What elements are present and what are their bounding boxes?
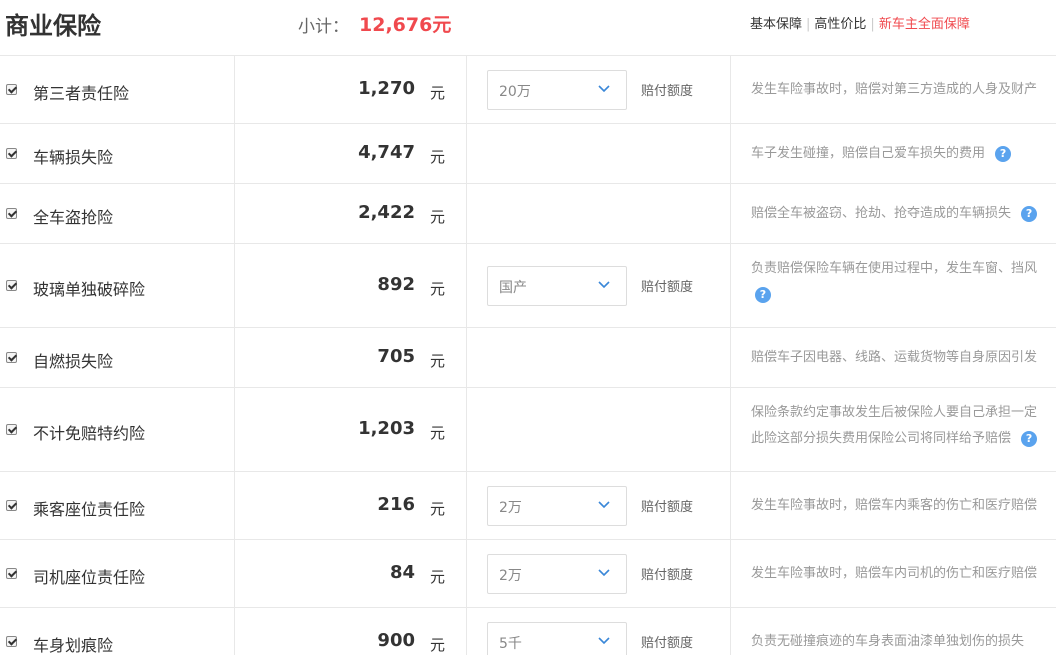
insurance-price: 216 bbox=[377, 494, 415, 515]
description-line: 保险条款约定事故发生后被保险人要自己承担一定 bbox=[751, 405, 1038, 420]
insurance-price: 84 bbox=[389, 562, 415, 583]
chevron-down-icon bbox=[598, 281, 610, 289]
price-unit: 元 bbox=[430, 424, 446, 442]
coverage-select[interactable]: 国产 bbox=[487, 266, 627, 306]
description-text: 赔偿全车被盗窃、抢劫、抢夺造成的车辆损失 bbox=[751, 206, 1012, 221]
price-unit: 元 bbox=[430, 84, 446, 102]
coverage-select-value: 2万 bbox=[499, 500, 522, 516]
insurance-row: 乘客座位责任险 216 元 2万 赔付额度 发生车险事故时，赔偿车内乘客的伤亡和医疗赔… bbox=[0, 472, 1056, 540]
insurance-price: 1,203 bbox=[358, 418, 415, 439]
price-unit: 元 bbox=[430, 280, 446, 298]
insurance-name: 乘客座位责任险 bbox=[33, 500, 146, 519]
price-unit: 元 bbox=[430, 148, 446, 166]
insurance-name: 不计免赔特约险 bbox=[33, 424, 146, 443]
plan-selector: 基本保障 | 高性价比 | 新车主全面保障 bbox=[750, 13, 970, 32]
insurance-name: 全车盗抢险 bbox=[33, 208, 114, 227]
include-checkbox[interactable] bbox=[6, 424, 17, 435]
insurance-row: 车辆损失险 4,747 元 车子发生碰撞，赔偿自己爱车损失的费用? bbox=[0, 124, 1056, 184]
help-icon[interactable]: ? bbox=[755, 286, 771, 303]
chevron-down-icon bbox=[598, 637, 610, 645]
insurance-row: 玻璃单独破碎险 892 元 国产 赔付额度 负责赔偿保险车辆在使用过程中，发生车窗、… bbox=[0, 244, 1056, 328]
description-line: 负责赔偿保险车辆在使用过程中，发生车窗、挡风 bbox=[751, 261, 1038, 276]
include-checkbox[interactable] bbox=[6, 148, 17, 159]
insurance-name: 司机座位责任险 bbox=[33, 568, 146, 587]
plan-new-owner-full[interactable]: 新车主全面保障 bbox=[879, 17, 970, 32]
insurance-name: 自燃损失险 bbox=[33, 352, 114, 371]
price-unit: 元 bbox=[430, 352, 446, 370]
insurance-description: 车子发生碰撞，赔偿自己爱车损失的费用? bbox=[751, 141, 1056, 167]
insurance-description: 赔偿全车被盗窃、抢劫、抢夺造成的车辆损失? bbox=[751, 201, 1056, 227]
include-checkbox[interactable] bbox=[6, 500, 17, 511]
include-checkbox[interactable] bbox=[6, 84, 17, 95]
coverage-select-value: 5千 bbox=[499, 636, 522, 652]
insurance-row: 司机座位责任险 84 元 2万 赔付额度 发生车险事故时，赔偿车内司机的伤亡和医疗赔偿 bbox=[0, 540, 1056, 608]
insurance-description: 负责无碰撞痕迹的车身表面油漆单独划伤的损失 bbox=[751, 634, 1025, 649]
insurance-row: 自燃损失险 705 元 赔偿车子因电器、线路、运载货物等自身原因引发 bbox=[0, 328, 1056, 388]
description-line: ? bbox=[751, 282, 1056, 308]
include-checkbox[interactable] bbox=[6, 352, 17, 363]
chevron-down-icon bbox=[598, 569, 610, 577]
price-unit: 元 bbox=[430, 208, 446, 226]
insurance-description: 赔偿车子因电器、线路、运载货物等自身原因引发 bbox=[751, 350, 1038, 365]
subtotal-value: 12,676元 bbox=[359, 14, 452, 36]
insurance-price: 4,747 bbox=[358, 142, 415, 163]
coverage-label: 赔付额度 bbox=[641, 280, 694, 295]
include-checkbox[interactable] bbox=[6, 636, 17, 647]
insurance-name: 车辆损失险 bbox=[33, 148, 114, 167]
help-icon[interactable]: ? bbox=[1021, 430, 1038, 447]
price-unit: 元 bbox=[430, 500, 446, 518]
description-text: 此险这部分损失费用保险公司将同样给予赔偿 bbox=[751, 431, 1012, 446]
insurance-price: 900 bbox=[377, 630, 415, 651]
insurance-name: 车身划痕险 bbox=[33, 636, 114, 655]
price-unit: 元 bbox=[430, 568, 446, 586]
insurance-description: 发生车险事故时，赔偿车内乘客的伤亡和医疗赔偿 bbox=[751, 498, 1038, 513]
insurance-price: 1,270 bbox=[358, 78, 415, 99]
help-icon[interactable]: ? bbox=[1021, 205, 1038, 222]
plan-basic[interactable]: 基本保障 bbox=[750, 17, 802, 32]
insurance-row: 不计免赔特约险 1,203 元 保险条款约定事故发生后被保险人要自己承担一定 此险这… bbox=[0, 388, 1056, 472]
plan-value[interactable]: 高性价比 bbox=[814, 17, 866, 32]
subtotal-label: 小计： bbox=[298, 17, 349, 37]
coverage-select[interactable]: 5千 bbox=[487, 622, 627, 655]
insurance-description: 负责赔偿保险车辆在使用过程中，发生车窗、挡风 ? bbox=[751, 256, 1056, 308]
include-checkbox[interactable] bbox=[6, 208, 17, 219]
plan-divider: | bbox=[806, 17, 811, 32]
coverage-label: 赔付额度 bbox=[641, 568, 694, 583]
description-line: 此险这部分损失费用保险公司将同样给予赔偿? bbox=[751, 426, 1056, 452]
coverage-select-value: 20万 bbox=[499, 84, 531, 100]
insurance-name: 第三者责任险 bbox=[33, 84, 130, 103]
coverage-label: 赔付额度 bbox=[641, 84, 694, 99]
coverage-select-value: 国产 bbox=[499, 280, 527, 296]
insurance-name: 玻璃单独破碎险 bbox=[33, 280, 146, 299]
insurance-description: 发生车险事故时，赔偿车内司机的伤亡和医疗赔偿 bbox=[751, 566, 1038, 581]
coverage-select[interactable]: 20万 bbox=[487, 70, 627, 110]
price-unit: 元 bbox=[430, 636, 446, 654]
section-header: 商业保险 小计： 12,676元 基本保障 | 高性价比 | 新车主全面保障 bbox=[0, 0, 1056, 56]
help-icon[interactable]: ? bbox=[995, 145, 1012, 162]
insurance-price: 2,422 bbox=[358, 202, 415, 223]
insurance-description: 发生车险事故时，赔偿对第三方造成的人身及财产 bbox=[751, 82, 1038, 97]
chevron-down-icon bbox=[598, 501, 610, 509]
section-title: 商业保险 bbox=[5, 12, 101, 40]
include-checkbox[interactable] bbox=[6, 568, 17, 579]
coverage-select[interactable]: 2万 bbox=[487, 486, 627, 526]
insurance-row: 车身划痕险 900 元 5千 赔付额度 负责无碰撞痕迹的车身表面油漆单独划伤的损失 bbox=[0, 608, 1056, 655]
coverage-label: 赔付额度 bbox=[641, 636, 694, 651]
insurance-price: 892 bbox=[377, 274, 415, 295]
chevron-down-icon bbox=[598, 85, 610, 93]
insurance-description: 保险条款约定事故发生后被保险人要自己承担一定 此险这部分损失费用保险公司将同样给… bbox=[751, 400, 1056, 452]
coverage-select-value: 2万 bbox=[499, 568, 522, 584]
coverage-label: 赔付额度 bbox=[641, 500, 694, 515]
insurance-row: 全车盗抢险 2,422 元 赔偿全车被盗窃、抢劫、抢夺造成的车辆损失? bbox=[0, 184, 1056, 244]
plan-divider: | bbox=[870, 17, 875, 32]
description-text: 车子发生碰撞，赔偿自己爱车损失的费用 bbox=[751, 146, 986, 161]
include-checkbox[interactable] bbox=[6, 280, 17, 291]
insurance-price: 705 bbox=[377, 346, 415, 367]
insurance-row: 第三者责任险 1,270 元 20万 赔付额度 发生车险事故时，赔偿对第三方造成的人身… bbox=[0, 56, 1056, 124]
coverage-select[interactable]: 2万 bbox=[487, 554, 627, 594]
